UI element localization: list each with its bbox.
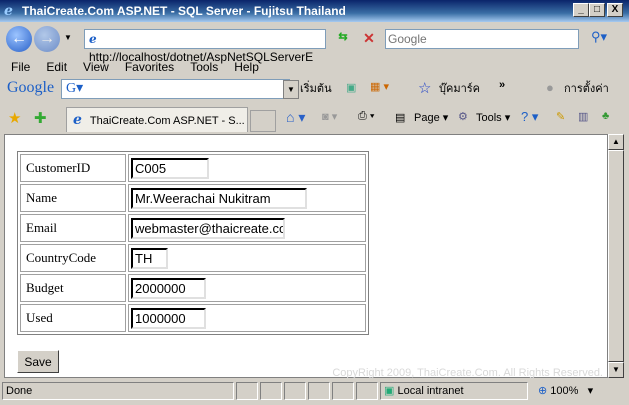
scroll-thumb[interactable] [608,150,624,362]
feeds-icon[interactable]: ◙ ▾ [322,110,337,123]
page-label: Page [414,112,440,124]
menu-bar: File Edit View Favorites Tools Help [0,60,267,76]
scroll-up-icon[interactable]: ▲ [608,134,624,150]
image-icon[interactable]: ▣ [346,81,356,94]
star-icon: ☆ [418,80,432,97]
ie-icon: e [4,3,13,19]
customer-id-input[interactable] [131,157,209,179]
table-row: CustomerID [20,154,366,182]
status-pane [332,382,354,400]
zoom-level: 100% [550,385,579,397]
google-logo: Google [7,79,55,96]
minimize-button[interactable]: _ [573,3,589,17]
copyright-text: CopyRight 2009, ThaiCreate.Com. All Righ… [332,367,603,379]
search-icon[interactable]: ⚲▾ [584,29,614,49]
forward-button[interactable]: → [34,26,60,52]
menu-favorites[interactable]: Favorites [117,60,182,76]
dropdown-icon[interactable]: ▼ [283,80,299,99]
zone-text: Local intranet [397,385,464,397]
zone-pane: ▣ Local intranet [380,382,528,400]
popup-blocker-icon[interactable]: ▦ ▾ [370,80,389,93]
page-icon: e [89,32,97,46]
field-label: CountryCode [20,244,126,272]
maximize-button[interactable]: □ [589,3,605,17]
title-bar: e ThaiCreate.Com ASP.NET - SQL Server - … [0,0,629,22]
field-label: Budget [20,274,126,302]
menu-help[interactable]: Help [226,60,267,76]
scroll-down-icon[interactable]: ▼ [608,362,624,378]
country-code-input[interactable] [131,247,168,269]
tools-menu[interactable]: Tools ▾ [476,109,510,127]
menu-view[interactable]: View [75,60,117,76]
history-dropdown-icon[interactable]: ▼ [64,33,72,42]
messenger-icon[interactable]: ♣ [602,110,609,122]
home-icon[interactable]: ⌂ ▾ [286,109,305,126]
refresh-icon[interactable]: ⇆ [332,30,354,50]
field-label: Used [20,304,126,332]
status-pane [236,382,258,400]
customer-form-table: CustomerID Name Email CountryCode Budget… [17,151,369,335]
table-row: Email [20,214,366,242]
status-pane [308,382,330,400]
favorites-star-icon[interactable]: ★ [8,109,21,127]
translate-icon[interactable]: ▥ [578,110,588,123]
table-row: CountryCode [20,244,366,272]
close-button[interactable]: X [607,3,623,17]
table-row: Budget [20,274,366,302]
tab-ie-icon: e [73,112,82,128]
menu-edit[interactable]: Edit [38,60,75,76]
page-content: CustomerID Name Email CountryCode Budget… [4,134,608,379]
research-icon[interactable]: ✎ [556,110,565,123]
google-search-input[interactable]: G▾ [61,79,290,99]
used-input[interactable] [131,307,206,329]
status-pane [284,382,306,400]
budget-input[interactable] [131,277,206,299]
new-tab-button[interactable] [250,110,276,132]
google-start-button[interactable]: เริ่มต้น [300,80,332,98]
field-label: CustomerID [20,154,126,182]
more-button[interactable]: » [499,76,505,94]
search-input[interactable] [385,29,579,49]
tools-label: Tools [476,112,502,124]
tab-active[interactable]: e ThaiCreate.Com ASP.NET - S... [66,107,248,132]
status-pane [356,382,378,400]
zoom-icon: ⊕ [538,385,548,397]
table-row: Used [20,304,366,332]
field-label: Email [20,214,126,242]
settings-icon: ● [546,80,554,95]
stop-icon[interactable]: ✕ [358,30,380,50]
field-label: Name [20,184,126,212]
page-menu[interactable]: Page ▾ [414,109,448,127]
bookmarks-button[interactable]: บุ๊คมาร์ค [439,80,480,98]
status-bar: Done ▣ Local intranet ⊕ 100% ▾ [0,380,629,402]
print-icon[interactable]: ⎙ ▾ [358,110,374,123]
back-button[interactable]: ← [6,26,32,52]
vertical-scrollbar[interactable]: ▲ ▼ [608,134,624,378]
email-input[interactable] [131,217,285,239]
gear-icon: ⚙ [458,111,468,123]
menu-tools[interactable]: Tools [182,60,226,76]
status-pane [260,382,282,400]
status-text: Done [2,382,234,400]
zoom-control[interactable]: ⊕ 100% ▾ [538,384,593,397]
name-input[interactable] [131,187,307,209]
save-button[interactable]: Save [17,350,59,373]
tab-label: ThaiCreate.Com ASP.NET - S... [89,115,245,127]
page-icon: ▤ [395,112,406,124]
help-icon[interactable]: ? ▾ [521,109,538,125]
settings-button[interactable]: การตั้งค่า [564,80,609,98]
add-favorites-icon[interactable]: ✚ [34,109,47,127]
menu-file[interactable]: File [0,60,38,76]
address-bar[interactable]: e http://localhost/dotnet/AspNetSQLServe… [84,29,326,64]
table-row: Name [20,184,366,212]
window-title: ThaiCreate.Com ASP.NET - SQL Server - Fu… [22,4,346,18]
intranet-icon: ▣ [384,385,395,397]
